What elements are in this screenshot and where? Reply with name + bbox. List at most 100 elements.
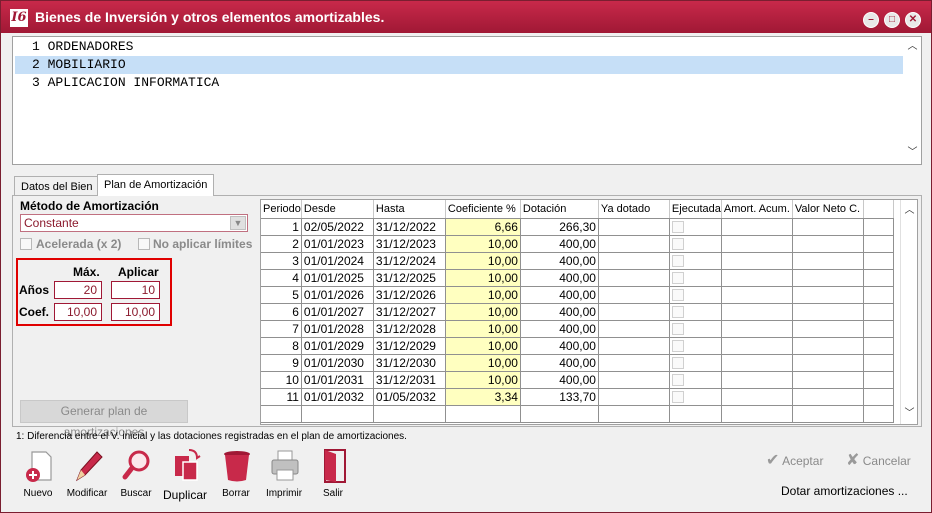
hasta-cell[interactable]: 31/12/2031 bbox=[373, 371, 446, 389]
col-periodo[interactable]: Periodo bbox=[261, 200, 302, 219]
table-row[interactable]: 2 01/01/2023 31/12/2023 10,00 400,00 bbox=[261, 235, 894, 253]
amort-acum-cell[interactable] bbox=[721, 303, 793, 321]
periodo-cell[interactable]: 7 bbox=[261, 320, 302, 338]
desde-cell[interactable]: 01/01/2026 bbox=[301, 286, 374, 304]
periodo-cell[interactable]: 11 bbox=[261, 388, 302, 406]
ya-dotado-cell[interactable] bbox=[598, 354, 670, 372]
table-row[interactable]: 1 02/05/2022 31/12/2022 6,66 266,30 bbox=[261, 218, 894, 236]
col-amort-acum[interactable]: Amort. Acum. bbox=[721, 200, 793, 219]
aceptar-button[interactable]: ✔ Aceptar bbox=[766, 450, 823, 470]
ejecutada-checkbox[interactable] bbox=[671, 357, 684, 370]
buscar-button[interactable]: Buscar bbox=[110, 448, 162, 502]
coeficiente-cell[interactable]: 10,00 bbox=[445, 286, 521, 304]
metodo-select[interactable]: Constante ▼ bbox=[20, 214, 248, 232]
empty-cell[interactable] bbox=[863, 405, 894, 423]
dotacion-cell[interactable]: 266,30 bbox=[520, 218, 599, 236]
dotacion-cell[interactable]: 400,00 bbox=[520, 252, 599, 270]
valor-neto-cell[interactable] bbox=[792, 235, 864, 253]
ya-dotado-cell[interactable] bbox=[598, 337, 670, 355]
empty-cell[interactable] bbox=[520, 405, 599, 423]
periodo-cell[interactable]: 2 bbox=[261, 235, 302, 253]
periodo-cell[interactable]: 10 bbox=[261, 371, 302, 389]
empty-cell[interactable] bbox=[721, 405, 793, 423]
ejecutada-checkbox[interactable] bbox=[671, 272, 684, 285]
ya-dotado-cell[interactable] bbox=[598, 286, 670, 304]
ejecutada-checkbox[interactable] bbox=[671, 323, 684, 336]
table-row[interactable]: 9 01/01/2030 31/12/2030 10,00 400,00 bbox=[261, 354, 894, 372]
modificar-button[interactable]: Modificar bbox=[61, 448, 113, 502]
valor-neto-cell[interactable] bbox=[792, 320, 864, 338]
desde-cell[interactable]: 01/01/2030 bbox=[301, 354, 374, 372]
col-desde[interactable]: Desde bbox=[301, 200, 374, 219]
list-scrollbar[interactable]: ︿ ﹀ bbox=[904, 37, 921, 164]
generar-plan-button[interactable]: Generar plan de amortizaciones bbox=[20, 400, 188, 439]
amort-acum-cell[interactable] bbox=[721, 252, 793, 270]
ya-dotado-cell[interactable] bbox=[598, 269, 670, 287]
col-valor-neto[interactable]: Valor Neto C. bbox=[792, 200, 864, 219]
dotacion-cell[interactable]: 400,00 bbox=[520, 371, 599, 389]
ejecutada-cell[interactable] bbox=[669, 371, 722, 389]
desde-cell[interactable]: 01/01/2029 bbox=[301, 337, 374, 355]
desde-cell[interactable]: 01/01/2027 bbox=[301, 303, 374, 321]
empty-cell[interactable] bbox=[669, 405, 722, 423]
acelerada-checkbox[interactable] bbox=[20, 238, 32, 250]
valor-neto-cell[interactable] bbox=[792, 303, 864, 321]
amort-acum-cell[interactable] bbox=[721, 235, 793, 253]
scroll-up-icon[interactable]: ︿ bbox=[904, 39, 921, 56]
list-item[interactable]: 3 APLICACION INFORMATICA bbox=[15, 74, 903, 92]
ejecutada-checkbox[interactable] bbox=[671, 289, 684, 302]
ejecutada-checkbox[interactable] bbox=[671, 340, 684, 353]
close-icon[interactable]: ✕ bbox=[905, 12, 921, 28]
dotacion-cell[interactable]: 400,00 bbox=[520, 235, 599, 253]
ejecutada-cell[interactable] bbox=[669, 218, 722, 236]
table-row[interactable]: 5 01/01/2026 31/12/2026 10,00 400,00 bbox=[261, 286, 894, 304]
periodo-cell[interactable]: 4 bbox=[261, 269, 302, 287]
table-row-empty[interactable] bbox=[261, 405, 894, 423]
dotacion-cell[interactable]: 400,00 bbox=[520, 337, 599, 355]
empty-cell[interactable] bbox=[792, 405, 864, 423]
amort-acum-cell[interactable] bbox=[721, 286, 793, 304]
table-row[interactable]: 11 01/01/2032 01/05/2032 3,34 133,70 bbox=[261, 388, 894, 406]
col-hasta[interactable]: Hasta bbox=[373, 200, 446, 219]
dotacion-cell[interactable]: 400,00 bbox=[520, 286, 599, 304]
scroll-down-icon[interactable]: ﹀ bbox=[904, 145, 921, 162]
dotacion-cell[interactable]: 400,00 bbox=[520, 320, 599, 338]
periodo-cell[interactable]: 3 bbox=[261, 252, 302, 270]
empty-cell[interactable] bbox=[301, 405, 374, 423]
ejecutada-checkbox[interactable] bbox=[671, 255, 684, 268]
ya-dotado-cell[interactable] bbox=[598, 303, 670, 321]
ya-dotado-cell[interactable] bbox=[598, 218, 670, 236]
nuevo-button[interactable]: Nuevo bbox=[12, 448, 64, 502]
amort-acum-cell[interactable] bbox=[721, 388, 793, 406]
ejecutada-checkbox[interactable] bbox=[671, 374, 684, 387]
hasta-cell[interactable]: 31/12/2022 bbox=[373, 218, 446, 236]
ya-dotado-cell[interactable] bbox=[598, 252, 670, 270]
cancelar-button[interactable]: ✘ Cancelar bbox=[846, 450, 911, 470]
ejecutada-cell[interactable] bbox=[669, 303, 722, 321]
amort-acum-cell[interactable] bbox=[721, 354, 793, 372]
col-dotacion[interactable]: Dotación bbox=[520, 200, 599, 219]
scroll-up-icon[interactable]: ︿ bbox=[901, 202, 917, 219]
empty-cell[interactable] bbox=[261, 405, 302, 423]
coeficiente-cell[interactable]: 10,00 bbox=[445, 320, 521, 338]
tab-plan-amortizacion[interactable]: Plan de Amortización bbox=[97, 174, 215, 196]
list-item-selected[interactable]: 2 MOBILIARIO bbox=[15, 56, 903, 74]
table-row[interactable]: 7 01/01/2028 31/12/2028 10,00 400,00 bbox=[261, 320, 894, 338]
col-coeficiente[interactable]: Coeficiente % bbox=[445, 200, 521, 219]
empty-cell[interactable] bbox=[445, 405, 521, 423]
valor-neto-cell[interactable] bbox=[792, 252, 864, 270]
dotacion-cell[interactable]: 400,00 bbox=[520, 303, 599, 321]
coeficiente-cell[interactable]: 6,66 bbox=[445, 218, 521, 236]
coeficiente-cell[interactable]: 10,00 bbox=[445, 269, 521, 287]
dotar-amortizaciones-button[interactable]: Dotar amortizaciones ... bbox=[781, 484, 908, 498]
ejecutada-cell[interactable] bbox=[669, 354, 722, 372]
chevron-down-icon[interactable]: ▼ bbox=[230, 216, 246, 230]
items-list[interactable]: 1 ORDENADORES 2 MOBILIARIO 3 APLICACION … bbox=[12, 36, 922, 165]
ejecutada-cell[interactable] bbox=[669, 269, 722, 287]
coef-max-field[interactable]: 10,00 bbox=[54, 303, 102, 321]
coeficiente-cell[interactable]: 3,34 bbox=[445, 388, 521, 406]
ejecutada-checkbox[interactable] bbox=[671, 221, 684, 234]
amort-acum-cell[interactable] bbox=[721, 371, 793, 389]
periodo-cell[interactable]: 8 bbox=[261, 337, 302, 355]
tab-datos-del-bien[interactable]: Datos del Bien bbox=[14, 176, 100, 196]
